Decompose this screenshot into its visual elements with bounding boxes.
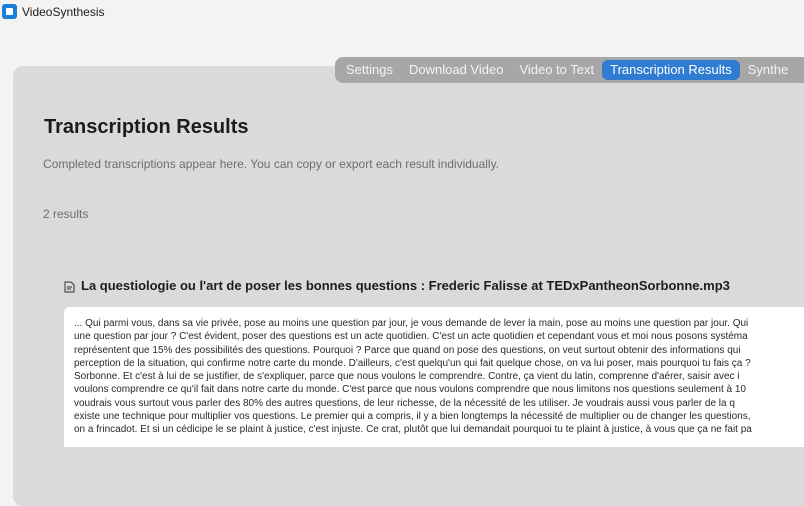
tab-synthesis[interactable]: Synthe xyxy=(740,60,796,80)
transcript-line: on a frincadot. Et si un cédicipe le se … xyxy=(74,424,752,436)
app-icon xyxy=(2,4,17,19)
title-bar: VideoSynthesis xyxy=(0,0,804,26)
transcript-line: voudrais vous surtout vous parler des 80… xyxy=(74,397,735,409)
page-subtitle: Completed transcriptions appear here. Yo… xyxy=(43,157,500,171)
result-title: La questiologie ou l'art de poser les bo… xyxy=(81,278,730,293)
tab-transcription-results[interactable]: Transcription Results xyxy=(602,60,740,80)
results-count: 2 results xyxy=(43,207,89,221)
transcript-line: représentent que 15% des possibilités de… xyxy=(74,344,741,356)
transcript-line: ... Qui parmi vous, dans sa vie privée, … xyxy=(74,318,749,329)
app-title: VideoSynthesis xyxy=(22,5,105,19)
tab-bar: Settings Download Video Video to Text Tr… xyxy=(335,57,804,83)
page-title: Transcription Results xyxy=(44,116,249,138)
tab-video-to-text[interactable]: Video to Text xyxy=(511,60,602,80)
result-header: La questiologie ou l'art de poser les bo… xyxy=(64,278,730,293)
transcript-box[interactable]: ... Qui parmi vous, dans sa vie privée, … xyxy=(64,307,804,447)
transcript-text: ... Qui parmi vous, dans sa vie privée, … xyxy=(74,317,804,437)
transcript-line: une question par jour ? C'est évident, p… xyxy=(74,331,748,343)
file-icon xyxy=(64,281,75,293)
transcript-line: Sorbonne. Et c'est à lui de se justifier… xyxy=(74,371,740,383)
transcript-line: existe une technique pour multiplier vos… xyxy=(74,411,751,423)
transcript-line: voulons comprendre ce qu'il fait dans no… xyxy=(74,384,746,396)
transcript-line: perception de la situation, qui confirme… xyxy=(74,357,751,369)
tab-settings[interactable]: Settings xyxy=(338,60,401,80)
tab-download-video[interactable]: Download Video xyxy=(401,60,511,80)
